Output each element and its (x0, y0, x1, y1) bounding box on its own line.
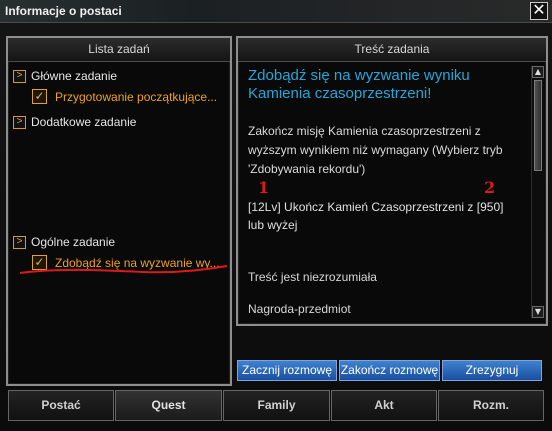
titlebar: Informacje o postaci ✕ (0, 0, 552, 23)
category-general[interactable]: > Ogólne zadanie (13, 235, 115, 249)
finish-conversation-button[interactable]: Zakończ rozmowę (339, 360, 440, 381)
quest-content-panel: Treść zadania Zdobądź się na wyzwanie wy… (236, 36, 548, 326)
start-conversation-button[interactable]: Zacznij rozmowę (237, 360, 337, 381)
checkbox-icon: ✓ (32, 89, 47, 104)
red-annotation-number-2: 2 (484, 178, 496, 197)
close-button[interactable]: ✕ (530, 2, 548, 20)
quest-list-header: Lista zadań (8, 38, 230, 62)
content-scrollbar[interactable]: ▲ ▼ (531, 66, 544, 318)
quest-item-preparation[interactable]: ✓ Przygotowanie początkujące... (32, 89, 217, 104)
quest-content: Zdobądź się na wyzwanie wyniku Kamienia … (248, 67, 510, 179)
scroll-down-icon[interactable]: ▼ (532, 306, 544, 318)
category-label: Główne zadanie (31, 69, 118, 83)
quest-description: Zakończ misję Kamienia czasoprzestrzeni … (248, 124, 503, 176)
chevron-right-icon: > (13, 235, 26, 249)
quest-title: Zdobądź się na wyzwanie wyniku Kamienia … (248, 67, 470, 102)
category-label: Dodatkowe zadanie (31, 115, 137, 129)
red-annotation-number-1: 1 (258, 178, 270, 197)
reward-label: Nagroda-przedmiot (248, 302, 351, 316)
category-additional[interactable]: > Dodatkowe zadanie (13, 115, 136, 129)
scroll-up-icon[interactable]: ▲ (532, 66, 544, 78)
tab-family[interactable]: Family (223, 390, 330, 421)
bottom-tabs: Postać Quest Family Akt Rozm. (6, 390, 546, 421)
quest-label: Przygotowanie początkujące... (55, 89, 218, 104)
tab-conversation[interactable]: Rozm. (438, 390, 544, 421)
quest-requirement: [12Lv] Ukończ Kamień Czasoprzestrzeni z … (248, 200, 504, 232)
category-main[interactable]: > Główne zadanie (13, 69, 117, 83)
red-underline-annotation (19, 265, 228, 274)
quest-content-header: Treść zadania (238, 38, 546, 62)
abandon-button[interactable]: Zrezygnuj (442, 360, 542, 381)
chevron-right-icon: > (13, 115, 26, 129)
window-title: Informacje o postaci (5, 4, 122, 18)
incomprehensible-text: Treść jest niezrozumiała (248, 270, 377, 284)
character-info-window: Informacje o postaci ✕ Lista zadań > Głó… (0, 0, 552, 431)
category-label: Ogólne zadanie (31, 235, 116, 249)
tab-act[interactable]: Akt (331, 390, 437, 421)
chevron-right-icon: > (13, 69, 26, 83)
tab-character[interactable]: Postać (8, 390, 114, 421)
quest-list-panel: Lista zadań > Główne zadanie ✓ Przygotow… (6, 36, 232, 386)
scroll-thumb[interactable] (534, 80, 542, 171)
tab-quest[interactable]: Quest (115, 390, 222, 421)
